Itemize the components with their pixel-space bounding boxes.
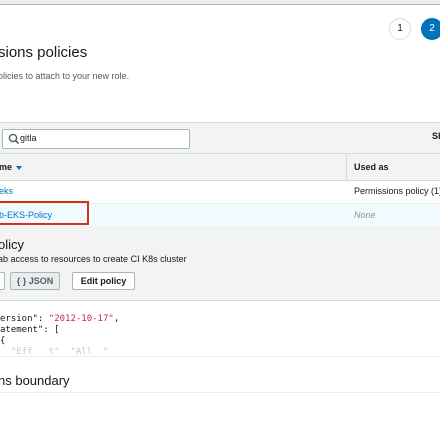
search-value: gitla bbox=[20, 133, 37, 143]
json-button[interactable]: { } JSON bbox=[10, 272, 60, 290]
step-2-indicator[interactable]: 2 bbox=[421, 18, 440, 40]
code-line-1-key: ersion": bbox=[0, 314, 49, 324]
search-input[interactable]: gitla bbox=[2, 129, 190, 149]
code-line-3: { bbox=[0, 336, 6, 346]
column-header-used-as[interactable]: Used as bbox=[354, 162, 389, 172]
table-toolbar: gitla Sh bbox=[0, 123, 440, 154]
sort-desc-icon[interactable] bbox=[16, 166, 22, 170]
column-header-name[interactable]: me bbox=[0, 162, 12, 172]
code-line-1-end: , bbox=[113, 314, 120, 324]
section-divider bbox=[0, 392, 440, 393]
edit-policy-button[interactable]: Edit policy bbox=[72, 272, 135, 290]
policy-detail-description: ab access to resources to create CI K8s … bbox=[0, 254, 187, 264]
policy-detail-title: olicy bbox=[0, 237, 25, 252]
page-subtitle: olicies to attach to your new role. bbox=[0, 71, 130, 81]
code-line-1-value: "2012-10-17" bbox=[48, 314, 114, 324]
step-1-indicator[interactable]: 1 bbox=[389, 18, 411, 40]
code-divider bbox=[0, 356, 440, 357]
show-label: Sh bbox=[432, 131, 440, 141]
column-divider bbox=[346, 154, 347, 180]
policy-summary-button[interactable] bbox=[0, 272, 5, 290]
search-icon bbox=[8, 133, 20, 145]
code-line-2: atement": [ bbox=[0, 325, 60, 335]
policy-used-as: None bbox=[354, 210, 376, 220]
policy-json-code: ersion": "2012-10-17", atement": [ { "Ef… bbox=[0, 314, 119, 358]
highlight-annotation bbox=[0, 201, 89, 225]
permissions-boundary-title[interactable]: ns boundary bbox=[0, 373, 70, 388]
policy-name-link[interactable]: eks bbox=[0, 186, 13, 196]
top-bar bbox=[0, 0, 440, 5]
table-header: me Used as bbox=[0, 154, 440, 181]
page-title: sions policies bbox=[0, 44, 88, 61]
policy-detail-panel: olicy ab access to resources to create C… bbox=[0, 226, 440, 301]
policy-used-as: Permissions policy (1) bbox=[354, 186, 440, 196]
